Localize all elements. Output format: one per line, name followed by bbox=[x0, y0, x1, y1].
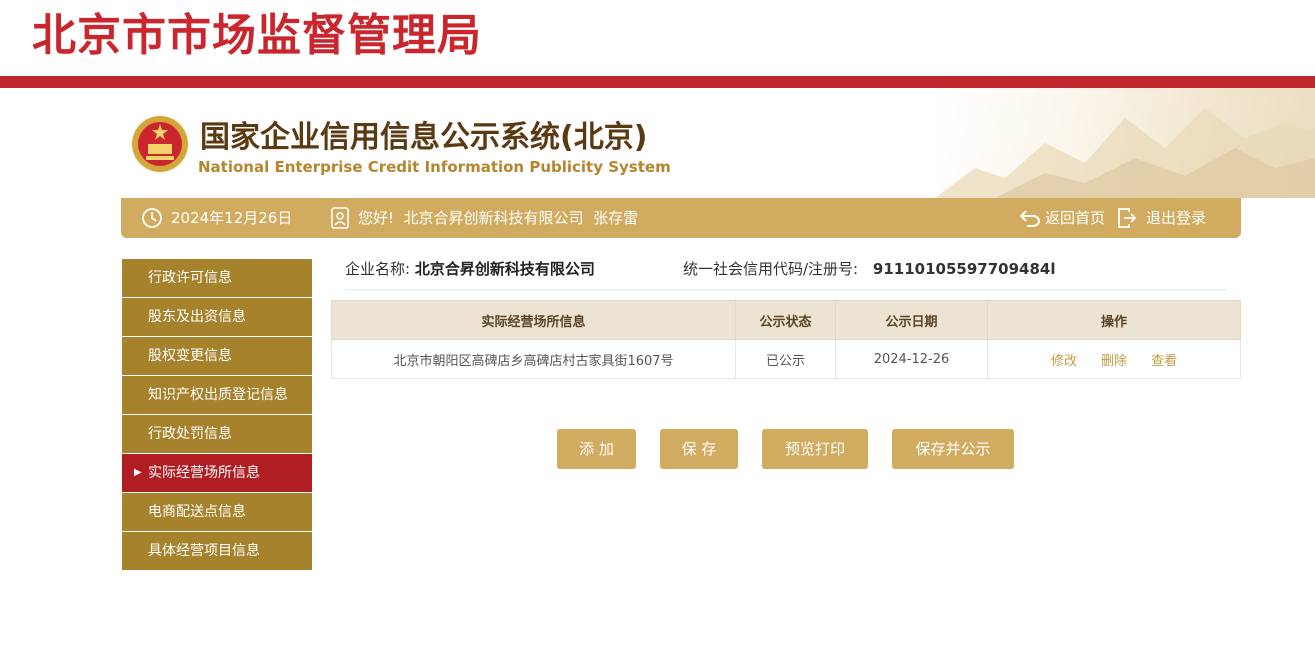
column-header: 操作 bbox=[987, 300, 1241, 340]
column-header: 公示状态 bbox=[735, 300, 836, 340]
sidebar-item-label: 行政处罚信息 bbox=[148, 426, 232, 442]
clock-icon bbox=[142, 208, 162, 228]
system-title: 国家企业信用信息公示系统(北京) bbox=[200, 120, 648, 155]
back-home-link[interactable]: 返回首页 bbox=[1019, 198, 1105, 238]
sidebar-item-admin-license[interactable]: 行政许可信息 bbox=[122, 259, 312, 297]
premises-table: 实际经营场所信息 公示状态 公示日期 操作 北京市朝阳区高碑店乡高碑店村古家具街… bbox=[331, 300, 1241, 379]
column-header: 实际经营场所信息 bbox=[331, 300, 736, 340]
mountain-icon bbox=[935, 108, 1315, 198]
sidebar-item-shareholders[interactable]: 股东及出资信息 bbox=[122, 298, 312, 336]
sidebar-item-admin-penalty[interactable]: 行政处罚信息 bbox=[122, 415, 312, 453]
caret-right-icon: ▶ bbox=[134, 467, 142, 478]
sidebar-item-business-premises[interactable]: ▶ 实际经营场所信息 bbox=[122, 454, 312, 492]
status-cell: 已公示 bbox=[735, 339, 836, 379]
address-cell: 北京市朝阳区高碑店乡高碑店村古家具街1607号 bbox=[331, 339, 736, 379]
sidebar-item-equity-change[interactable]: 股权变更信息 bbox=[122, 337, 312, 375]
save-button[interactable]: 保 存 bbox=[660, 429, 738, 469]
table-row: 北京市朝阳区高碑店乡高碑店村古家具街1607号 已公示 2024-12-26 修… bbox=[331, 339, 1241, 379]
user-icon bbox=[331, 207, 349, 229]
sidebar-item-label: 实际经营场所信息 bbox=[148, 465, 260, 481]
national-emblem-icon bbox=[132, 116, 188, 172]
back-home-label: 返回首页 bbox=[1045, 209, 1106, 227]
logout-icon bbox=[1118, 208, 1137, 228]
company-name: 北京合昇创新科技有限公司 bbox=[414, 260, 595, 278]
greeting-text: 您好! 北京合昇创新科技有限公司 张存雷 bbox=[358, 209, 639, 227]
system-header bbox=[0, 88, 1315, 198]
sidebar-item-label: 具体经营项目信息 bbox=[148, 543, 260, 559]
sidebar-item-ecommerce-points[interactable]: 电商配送点信息 bbox=[122, 493, 312, 531]
divider bbox=[345, 289, 1227, 290]
sidebar-item-label: 股权变更信息 bbox=[148, 348, 232, 364]
view-link[interactable]: 查看 bbox=[1151, 354, 1177, 369]
sidebar-item-ip-pledge[interactable]: 知识产权出质登记信息 bbox=[122, 376, 312, 414]
credit-code-label: 统一社会信用代码/注册号: bbox=[683, 260, 859, 278]
add-button[interactable]: 添 加 bbox=[557, 429, 636, 469]
current-date: 2024年12月26日 bbox=[171, 209, 293, 227]
company-name-row: 企业名称: 北京合昇创新科技有限公司 bbox=[345, 258, 595, 280]
agency-title: 北京市市场监督管理局 bbox=[32, 10, 482, 61]
operations-cell: 修改 删除 查看 bbox=[987, 339, 1241, 379]
sidebar-item-label: 电商配送点信息 bbox=[148, 504, 246, 520]
user-greeting: 您好! 北京合昇创新科技有限公司 张存雷 bbox=[331, 198, 638, 238]
save-publish-button[interactable]: 保存并公示 bbox=[892, 429, 1014, 469]
sidebar-item-label: 行政许可信息 bbox=[148, 270, 232, 286]
system-subtitle: National Enterprise Credit Information P… bbox=[198, 158, 671, 176]
banner-divider bbox=[0, 76, 1315, 88]
sidebar-item-label: 知识产权出质登记信息 bbox=[148, 387, 288, 403]
sidebar-item-label: 股东及出资信息 bbox=[148, 309, 246, 325]
logout-label: 退出登录 bbox=[1146, 209, 1207, 227]
back-arrow-icon bbox=[1019, 210, 1040, 227]
company-name-label: 企业名称: bbox=[345, 260, 411, 278]
delete-link[interactable]: 删除 bbox=[1101, 354, 1127, 369]
credit-code: 91110105597709484l bbox=[872, 260, 1056, 278]
date-display: 2024年12月26日 bbox=[141, 198, 292, 238]
top-banner: 北京市市场监督管理局 bbox=[0, 0, 1315, 88]
sidebar-item-business-projects[interactable]: 具体经营项目信息 bbox=[122, 532, 312, 570]
edit-link[interactable]: 修改 bbox=[1051, 354, 1077, 369]
date-cell: 2024-12-26 bbox=[835, 339, 988, 379]
logout-link[interactable]: 退出登录 bbox=[1117, 198, 1206, 238]
info-bar: 2024年12月26日 您好! 北京合昇创新科技有限公司 张存雷 返回首页 退出… bbox=[121, 198, 1241, 238]
preview-print-button[interactable]: 预览打印 bbox=[762, 429, 868, 469]
credit-code-row: 统一社会信用代码/注册号: 91110105597709484l bbox=[683, 258, 1055, 280]
table-header-row: 实际经营场所信息 公示状态 公示日期 操作 bbox=[331, 300, 1241, 340]
mountain-decoration bbox=[935, 88, 1315, 198]
column-header: 公示日期 bbox=[835, 300, 988, 340]
sidebar-menu: 行政许可信息 股东及出资信息 股权变更信息 知识产权出质登记信息 行政处罚信息 … bbox=[122, 259, 312, 571]
